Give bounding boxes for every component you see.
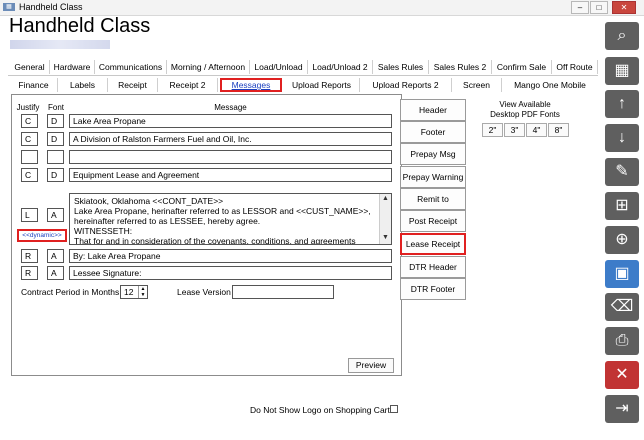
tab-general[interactable]: General bbox=[10, 60, 50, 74]
cancel-icon[interactable]: ✕ bbox=[605, 361, 639, 389]
window-title: Handheld Class bbox=[19, 2, 83, 12]
font-field[interactable]: D bbox=[47, 114, 64, 128]
tab-off-route[interactable]: Off Route bbox=[552, 60, 598, 74]
logo-option-checkbox[interactable] bbox=[390, 405, 398, 413]
close-window-button[interactable]: ✕ bbox=[612, 1, 636, 14]
font-header: Font bbox=[47, 103, 64, 112]
tab-communications[interactable]: Communications bbox=[95, 60, 167, 74]
add-record-icon[interactable]: ⊕ bbox=[605, 226, 639, 254]
dtr-header-button[interactable]: DTR Header bbox=[400, 256, 466, 278]
justify-field[interactable]: C bbox=[21, 132, 38, 146]
contract-period-label: Contract Period in Months bbox=[21, 287, 120, 297]
pdf-fonts-title-line: View Available bbox=[499, 100, 551, 109]
delete-icon[interactable]: ⌫ bbox=[605, 293, 639, 321]
tab-finance[interactable]: Finance bbox=[10, 78, 58, 92]
lease-message-textarea[interactable]: Skiatook, Oklahoma <<CONT_DATE>> Lake Ar… bbox=[69, 193, 392, 245]
lease-version-input[interactable] bbox=[232, 285, 334, 299]
window-titlebar: ▦ Handheld Class – □ ✕ bbox=[0, 0, 644, 16]
post-receipt-button[interactable]: Post Receipt bbox=[400, 210, 466, 232]
tab-sales-rules[interactable]: Sales Rules bbox=[373, 60, 429, 74]
app-logo-icon: ▦ bbox=[3, 3, 15, 11]
remit-to-button[interactable]: Remit to bbox=[400, 188, 466, 210]
message-field[interactable]: By: Lake Area Propane bbox=[69, 249, 392, 263]
tab-labels[interactable]: Labels bbox=[58, 78, 108, 92]
tab-screen[interactable]: Screen bbox=[452, 78, 502, 92]
font-field[interactable]: D bbox=[47, 168, 64, 182]
justify-field[interactable]: C bbox=[21, 114, 38, 128]
tab-divider bbox=[8, 75, 598, 76]
font-field[interactable] bbox=[47, 150, 64, 164]
page-title: Handheld Class bbox=[9, 15, 151, 37]
tab-hardware[interactable]: Hardware bbox=[50, 60, 95, 74]
tab-receipt-2[interactable]: Receipt 2 bbox=[158, 78, 218, 92]
tab-upload-reports-2[interactable]: Upload Reports 2 bbox=[360, 78, 452, 92]
tab-morning-afternoon[interactable]: Morning / Afternoon bbox=[167, 60, 250, 74]
tab-confirm-sale[interactable]: Confirm Sale bbox=[492, 60, 552, 74]
tab-load-unload[interactable]: Load/Unload bbox=[250, 60, 308, 74]
dynamic-field-button[interactable]: <<dynamic>> bbox=[17, 229, 67, 242]
font-field[interactable]: A bbox=[47, 249, 64, 263]
font-field[interactable]: D bbox=[47, 132, 64, 146]
scroll-down-icon[interactable]: ▼ bbox=[382, 234, 389, 241]
grid-icon[interactable]: ▦ bbox=[605, 57, 639, 85]
arrow-up-icon[interactable]: ↑ bbox=[605, 90, 639, 118]
textarea-scrollbar[interactable]: ▲ ▼ bbox=[379, 194, 391, 244]
justify-field[interactable]: L bbox=[21, 208, 38, 222]
tab-load-unload-2[interactable]: Load/Unload 2 bbox=[308, 60, 373, 74]
tab-mango-one-mobile[interactable]: Mango One Mobile bbox=[502, 78, 598, 92]
message-field[interactable] bbox=[69, 150, 392, 164]
font-field[interactable]: A bbox=[47, 208, 64, 222]
header-section-button[interactable]: Header bbox=[400, 99, 466, 121]
pdf-font-4in-button[interactable]: 4" bbox=[526, 123, 547, 137]
message-field[interactable]: Lessee Signature: bbox=[69, 266, 392, 280]
preview-button[interactable]: Preview bbox=[348, 358, 394, 373]
stepper-arrows-icon[interactable]: ▲ ▼ bbox=[138, 286, 147, 298]
lease-version-label: Lease Version bbox=[177, 287, 231, 297]
scroll-up-icon[interactable]: ▲ bbox=[382, 195, 389, 202]
save-icon[interactable]: ▣ bbox=[605, 260, 639, 288]
justify-field[interactable]: R bbox=[21, 266, 38, 280]
edit-icon[interactable]: ✎ bbox=[605, 158, 639, 186]
search-icon[interactable]: ⌕ bbox=[605, 22, 639, 50]
justify-field[interactable] bbox=[21, 150, 38, 164]
pdf-fonts-heading: View Available Desktop PDF Fonts bbox=[480, 100, 570, 120]
justify-field[interactable]: C bbox=[21, 168, 38, 182]
pdf-fonts-title-line: Desktop PDF Fonts bbox=[490, 110, 560, 119]
message-field[interactable]: Lake Area Propane bbox=[69, 114, 392, 128]
tab-messages[interactable]: Messages bbox=[220, 78, 282, 92]
justify-field[interactable]: R bbox=[21, 249, 38, 263]
message-field[interactable]: Equipment Lease and Agreement bbox=[69, 168, 392, 182]
textarea-line: hereinafter referred to as LESSEE, hereb… bbox=[74, 216, 261, 226]
logo-option-label: Do Not Show Logo on Shopping Cart bbox=[250, 405, 390, 415]
tab-receipt[interactable]: Receipt bbox=[108, 78, 158, 92]
justify-header: Justify bbox=[16, 103, 40, 112]
tab-sales-rules-2[interactable]: Sales Rules 2 bbox=[429, 60, 492, 74]
minimize-button[interactable]: – bbox=[571, 1, 589, 14]
dtr-footer-button[interactable]: DTR Footer bbox=[400, 278, 466, 300]
contract-period-stepper[interactable]: 12 ▲ ▼ bbox=[120, 285, 148, 299]
lease-receipt-button[interactable]: Lease Receipt bbox=[400, 233, 466, 255]
pdf-font-2in-button[interactable]: 2" bbox=[482, 123, 503, 137]
textarea-line: Lake Area Propane, herinafter referred t… bbox=[74, 206, 371, 216]
pdf-font-3in-button[interactable]: 3" bbox=[504, 123, 525, 137]
pdf-font-8in-button[interactable]: 8" bbox=[548, 123, 569, 137]
print-icon[interactable]: ⎙ bbox=[605, 327, 639, 355]
prepay-warning-button[interactable]: Prepay Warning bbox=[400, 166, 466, 188]
exit-icon[interactable]: ⇥ bbox=[605, 395, 639, 423]
textarea-line: Skiatook, Oklahoma <<CONT_DATE>> bbox=[74, 196, 224, 206]
message-header: Message bbox=[214, 103, 247, 112]
footer-section-button[interactable]: Footer bbox=[400, 121, 466, 143]
contract-period-value: 12 bbox=[124, 287, 134, 297]
maximize-button[interactable]: □ bbox=[590, 1, 608, 14]
arrow-down-icon[interactable]: ↓ bbox=[605, 124, 639, 152]
blurred-subtitle bbox=[10, 40, 110, 49]
message-field[interactable]: A Division of Ralston Farmers Fuel and O… bbox=[69, 132, 392, 146]
tab-upload-reports[interactable]: Upload Reports bbox=[284, 78, 360, 92]
new-document-icon[interactable]: ⊞ bbox=[605, 192, 639, 220]
prepay-msg-button[interactable]: Prepay Msg bbox=[400, 143, 466, 165]
font-field[interactable]: A bbox=[47, 266, 64, 280]
textarea-line: That for and in consideration of the cov… bbox=[74, 236, 356, 245]
textarea-line: WITNESSETH: bbox=[74, 226, 133, 236]
